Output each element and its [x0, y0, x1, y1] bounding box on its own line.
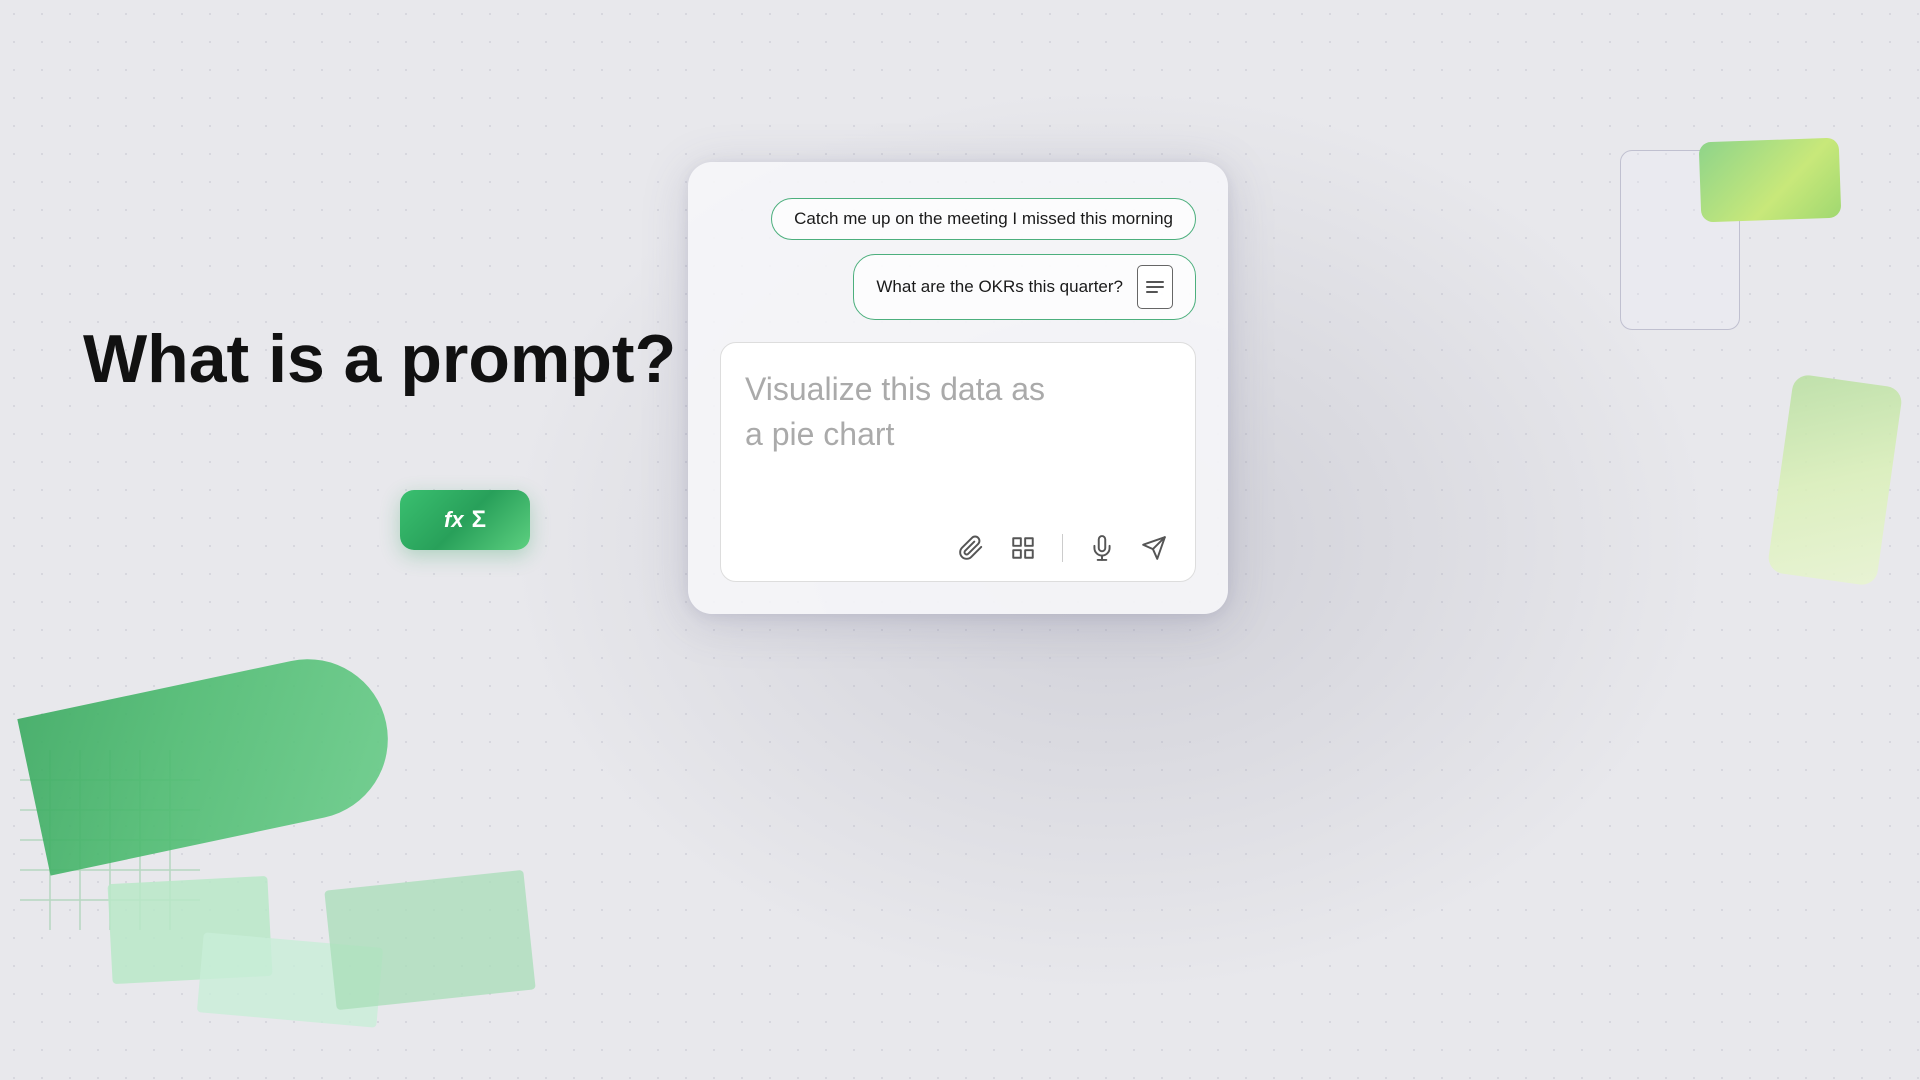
- attach-button[interactable]: [954, 531, 988, 565]
- fx-label: fx: [444, 507, 464, 533]
- input-placeholder-text: Visualize this data asa pie chart: [745, 367, 1171, 519]
- main-title: What is a prompt?: [83, 320, 676, 398]
- grid-button[interactable]: [1006, 531, 1040, 565]
- document-icon-lines: [1146, 281, 1164, 293]
- icon-line-3: [1146, 291, 1158, 293]
- chat-bubble-1[interactable]: Catch me up on the meeting I missed this…: [771, 198, 1196, 240]
- document-icon: [1137, 265, 1173, 309]
- mic-icon: [1089, 535, 1115, 561]
- chat-bubble-2-text: What are the OKRs this quarter?: [876, 277, 1123, 297]
- send-icon: [1141, 535, 1167, 561]
- grid-icon: [1010, 535, 1036, 561]
- sigma-label: Σ: [472, 506, 486, 534]
- attach-icon: [958, 535, 984, 561]
- input-toolbar: [745, 519, 1171, 565]
- green-card-top-right: [1699, 138, 1842, 223]
- mic-button[interactable]: [1085, 531, 1119, 565]
- fx-formula-card: fx Σ: [400, 490, 530, 550]
- main-title-text: What is a prompt?: [83, 321, 676, 397]
- icon-line-1: [1146, 281, 1164, 283]
- send-button[interactable]: [1137, 531, 1171, 565]
- input-area[interactable]: Visualize this data asa pie chart: [720, 342, 1196, 582]
- chat-bubble-1-text: Catch me up on the meeting I missed this…: [794, 209, 1173, 229]
- icon-line-2: [1146, 286, 1164, 288]
- chat-panel: Catch me up on the meeting I missed this…: [688, 162, 1228, 614]
- chat-bubble-2[interactable]: What are the OKRs this quarter?: [853, 254, 1196, 320]
- sticky-note-3: [324, 870, 535, 1010]
- toolbar-divider: [1062, 534, 1063, 562]
- chat-bubbles: Catch me up on the meeting I missed this…: [720, 198, 1196, 320]
